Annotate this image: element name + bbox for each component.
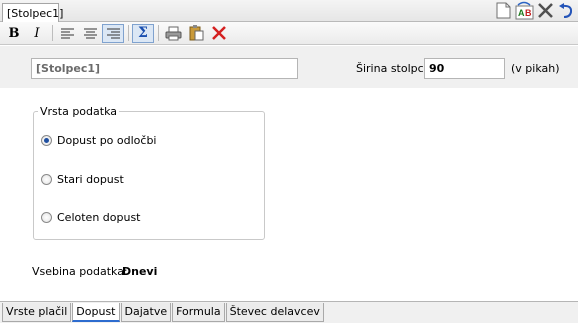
paste-icon[interactable]	[185, 24, 207, 43]
sum-icon[interactable]: Σ	[132, 23, 154, 43]
align-right-icon[interactable]	[102, 23, 124, 43]
undo-icon[interactable]	[557, 1, 576, 20]
radio-option-dopust-po-odlocbi[interactable]: Dopust po odločbi	[41, 134, 157, 147]
spellcheck-icon[interactable]: AB	[515, 1, 534, 20]
radio-label: Dopust po odločbi	[57, 134, 157, 147]
bottom-tab-strip: Vrste plačil Dopust Dajatve Formula Štev…	[0, 301, 578, 323]
align-left-icon[interactable]	[56, 24, 78, 43]
italic-button[interactable]: I	[26, 24, 48, 43]
column-width-label: Širina stolpca	[356, 62, 431, 75]
radio-button[interactable]	[41, 174, 52, 185]
column-editor: [Stolpec1] Širina stolpca 90 (v pikah) V…	[0, 46, 578, 301]
toolbar-divider	[52, 25, 53, 41]
toolbar-divider	[158, 25, 159, 41]
close-icon[interactable]	[536, 1, 555, 20]
radio-label: Celoten dopust	[57, 211, 141, 224]
svg-text:A: A	[518, 8, 525, 18]
delete-icon[interactable]	[208, 24, 230, 43]
new-document-icon[interactable]	[494, 1, 513, 20]
toolbar-divider	[128, 25, 129, 41]
align-center-icon[interactable]	[79, 24, 101, 43]
bold-button[interactable]: B	[3, 24, 25, 43]
radio-option-stari-dopust[interactable]: Stari dopust	[41, 173, 124, 186]
data-type-legend: Vrsta podatka	[38, 105, 119, 118]
radio-option-celoten-dopust[interactable]: Celoten dopust	[41, 211, 141, 224]
tab-dajatve[interactable]: Dajatve	[120, 303, 172, 322]
format-toolbar: B I Σ	[0, 22, 578, 45]
column-width-units: (v pikah)	[511, 62, 560, 75]
tab-formula[interactable]: Formula	[172, 303, 225, 322]
tab-stevec-delavcev[interactable]: Števec delavcev	[225, 303, 324, 322]
column-width-input[interactable]: 90	[424, 58, 505, 79]
data-type-group: Vrsta podatka Dopust po odločbi Stari do…	[33, 105, 265, 240]
column-header-panel: [Stolpec1] Širina stolpca 90 (v pikah)	[0, 46, 578, 88]
radio-button[interactable]	[41, 212, 52, 223]
svg-text:B: B	[525, 8, 532, 18]
tab-dopust[interactable]: Dopust	[72, 303, 120, 322]
data-content-label: Vsebina podatka:	[32, 265, 128, 278]
print-icon[interactable]	[162, 24, 184, 43]
radio-label: Stari dopust	[57, 173, 124, 186]
column-name-field[interactable]: [Stolpec1]	[31, 58, 298, 79]
data-content-value: Dnevi	[122, 265, 158, 278]
tab-vrste-placil[interactable]: Vrste plačil	[2, 303, 72, 322]
document-tab[interactable]: [Stolpec1]	[2, 3, 63, 23]
radio-button-checked[interactable]	[41, 135, 52, 146]
window-actions: AB	[494, 1, 576, 20]
title-bar: [Stolpec1] AB	[0, 0, 578, 23]
